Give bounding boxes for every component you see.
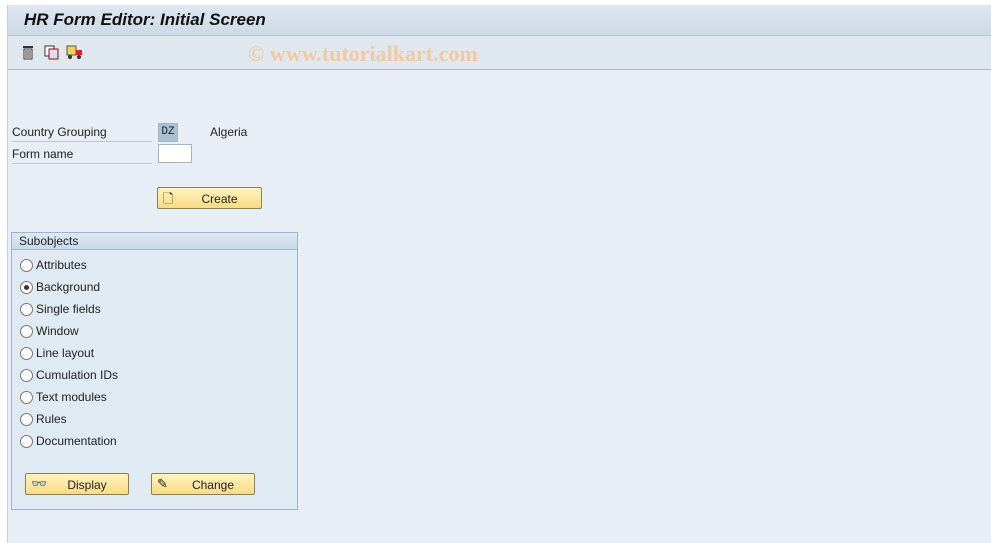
radio-label: Documentation: [36, 434, 117, 448]
radio-label: Rules: [36, 412, 67, 426]
form-name-label: Form name: [12, 147, 152, 164]
transport-icon[interactable]: [66, 44, 82, 60]
radio-button[interactable]: [20, 369, 33, 382]
radio-label: Attributes: [36, 258, 87, 272]
copy-icon[interactable]: [44, 44, 60, 60]
radio-label: Line layout: [36, 346, 95, 360]
toolbar: © www.tutorialkart.com: [8, 36, 991, 70]
watermark: © www.tutorialkart.com: [248, 41, 478, 66]
radio-button[interactable]: [20, 435, 33, 448]
create-button[interactable]: 🗋 Create: [157, 187, 262, 209]
radio-label: Cumulation IDs: [36, 368, 119, 382]
title-bar: HR Form Editor: Initial Screen: [8, 5, 991, 36]
radio-label: Text modules: [36, 390, 107, 404]
radio-button[interactable]: [20, 303, 33, 316]
radio-button[interactable]: [20, 281, 33, 294]
radio-label: Single fields: [36, 302, 101, 316]
change-button[interactable]: ✎ Change: [151, 473, 255, 495]
glasses-icon: 👓: [31, 476, 48, 491]
sap-window: HR Form Editor: Initial Screen © www.tut…: [7, 5, 991, 543]
radio-button[interactable]: [20, 259, 33, 272]
country-grouping-label: Country Grouping: [12, 125, 152, 142]
country-grouping-field[interactable]: DZ: [158, 123, 178, 142]
document-icon: 🗋: [163, 191, 174, 206]
radio-button[interactable]: [20, 413, 33, 426]
subobjects-group: Subobjects Attributes Background Single fi…: [11, 232, 298, 510]
page-title: HR Form Editor: Initial Screen: [24, 10, 266, 29]
radio-label: Window: [36, 324, 79, 338]
radio-label: Background: [36, 280, 101, 294]
subobjects-title: Subobjects: [12, 233, 297, 250]
radio-button[interactable]: [20, 391, 33, 404]
pencil-icon: ✎: [157, 476, 168, 491]
trash-icon[interactable]: [20, 44, 36, 60]
radio-button[interactable]: [20, 325, 33, 338]
form-name-input[interactable]: [158, 144, 192, 163]
radio-button[interactable]: [20, 347, 33, 360]
display-button[interactable]: 👓 Display: [25, 473, 129, 495]
country-name: Algeria: [210, 125, 248, 139]
